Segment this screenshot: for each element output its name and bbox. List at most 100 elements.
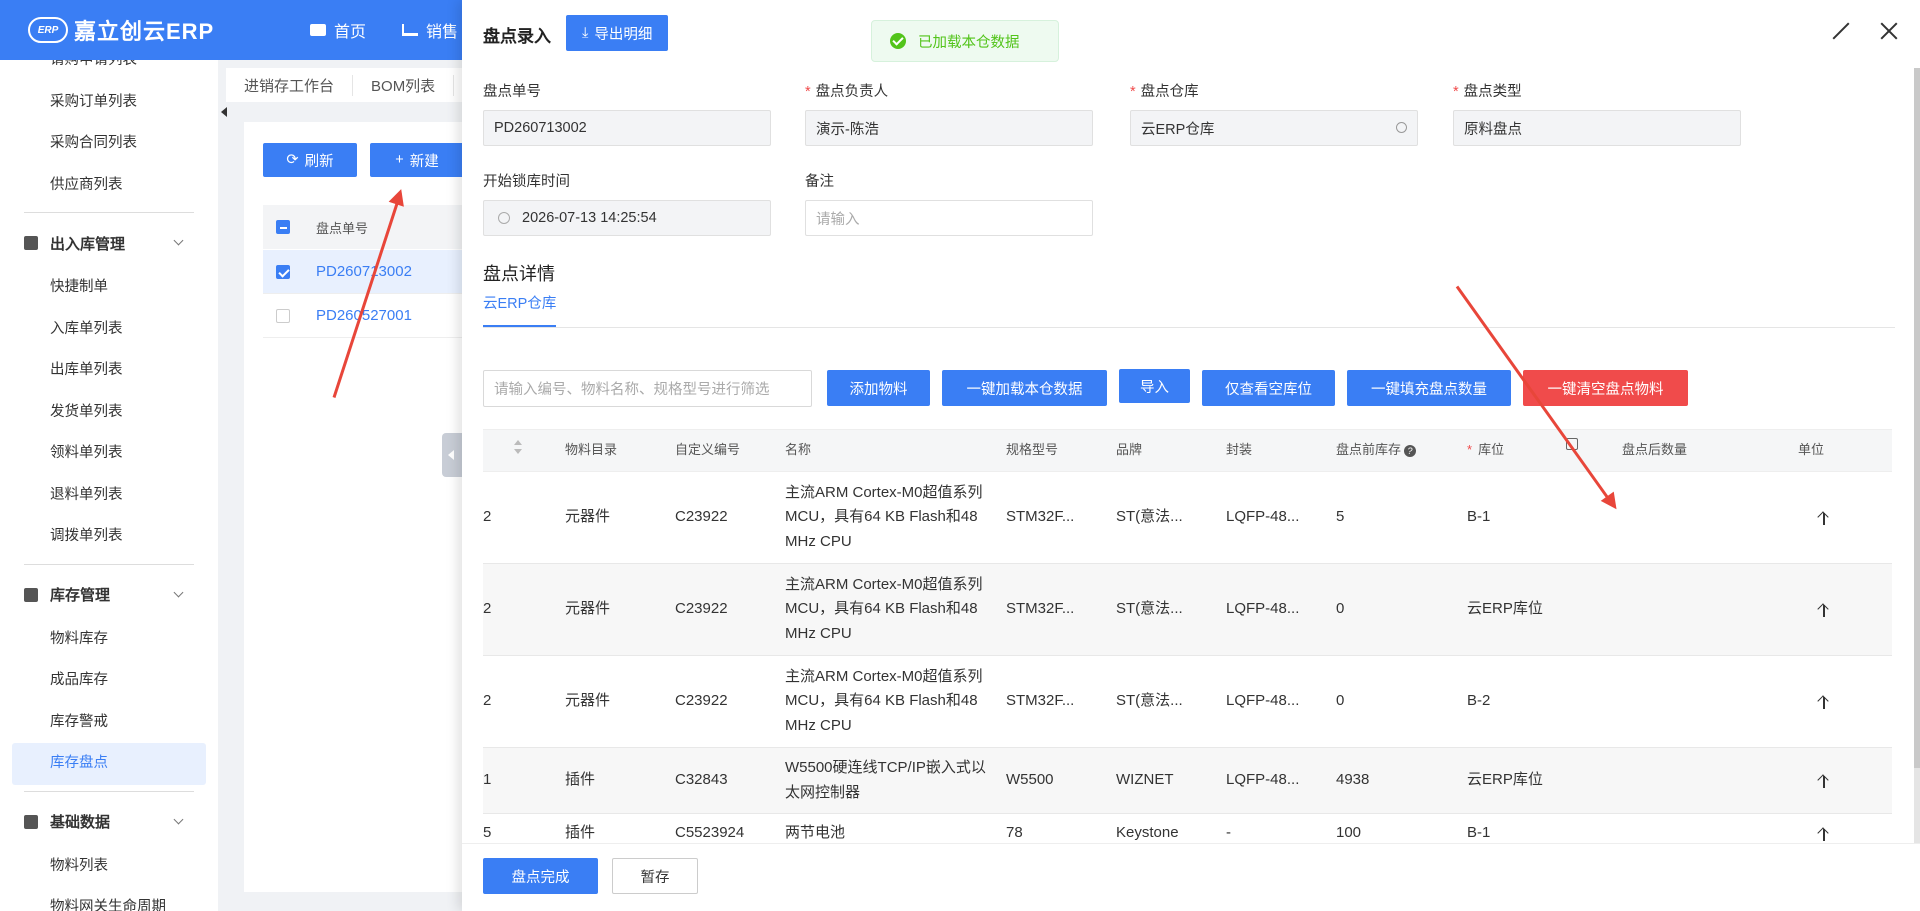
cell-unit (1784, 511, 1894, 525)
help-icon[interactable]: ? (1404, 445, 1417, 458)
stocktake-type-field[interactable]: 原料盘点 (1453, 110, 1741, 146)
table-row[interactable]: 2 元器件 C23922 主流ARM Cortex-M0超值系列MCU，具有64 KB… (483, 472, 1892, 564)
row-link[interactable]: PD260713002 (316, 263, 412, 280)
close-icon[interactable] (1880, 22, 1898, 40)
sidebar-item-quick-order[interactable]: 快捷制单 (0, 267, 218, 309)
empty-locations-button[interactable]: 仅查看空库位 (1202, 370, 1335, 406)
drawer-title: 盘点录入 (483, 27, 551, 46)
export-detail-button[interactable]: ⤓ 导出明细 (566, 15, 669, 51)
list-table-header: 盘点单号 (263, 205, 484, 249)
cell-custom-code: C23922 (675, 600, 728, 618)
sidebar-item-purchase-contracts[interactable]: 采购合同列表 (0, 123, 218, 165)
list-toolbar: ⟳ 刷新 + 新建 (263, 143, 464, 177)
lock-time-value: 2026-07-13 14:25:54 (522, 210, 657, 226)
sidebar-item-shipping[interactable]: 发货单列表 (0, 392, 218, 434)
column-name: 名称 (785, 442, 812, 458)
chevron-down-icon (173, 814, 184, 824)
download-icon: ⤓ (582, 25, 589, 41)
table-row[interactable]: 2 元器件 C23922 主流ARM Cortex-M0超值系列MCU，具有64 KB… (483, 656, 1892, 748)
tab-workbench[interactable]: 进销存工作台 (226, 74, 354, 96)
label-text: 开始锁库时间 (483, 174, 570, 190)
cell-location: B-2 (1467, 692, 1491, 710)
sort-icon[interactable] (513, 440, 523, 455)
cell-location: 云ERP库位 (1467, 771, 1543, 789)
import-button[interactable]: 导入 (1119, 369, 1190, 403)
cell-custom-code: C23922 (675, 508, 728, 526)
field-label-owner: * 盘点负责人 (805, 80, 888, 101)
drawer-controls (1832, 22, 1898, 40)
table-body: 2 元器件 C23922 主流ARM Cortex-M0超值系列MCU，具有64 KB… (483, 472, 1892, 854)
tab-divider (483, 327, 1895, 328)
logo[interactable]: ERP 嘉立创云ERP (28, 14, 214, 46)
nav-sales[interactable]: 销售 (402, 18, 458, 42)
owner-field[interactable]: 演示-陈浩 (805, 110, 1093, 146)
top-nav: 首页 销售 (310, 18, 458, 42)
column-brand: 品牌 (1116, 442, 1143, 458)
fill-count-button[interactable]: 一键填充盘点数量 (1347, 370, 1511, 406)
cloud-logo-icon: ERP (28, 17, 68, 43)
clear-materials-button[interactable]: 一键清空盘点物料 (1523, 370, 1688, 406)
sidebar-item-inbound[interactable]: 入库单列表 (0, 309, 218, 351)
warehouse-field[interactable]: 云ERP仓库 (1130, 110, 1418, 146)
sidebar-item-purchase-orders[interactable]: 采购订单列表 (0, 82, 218, 124)
nav-home[interactable]: 首页 (310, 18, 366, 42)
sidebar-group-inout[interactable]: 出入库管理 (0, 219, 218, 267)
sidebar-item-purchase-request[interactable]: 请购申请列表 (0, 60, 218, 82)
remark-input[interactable]: 请输入 (805, 200, 1093, 236)
column-package: 封装 (1226, 442, 1253, 458)
table-row[interactable]: PD260527001 (263, 294, 484, 338)
column-after-qty: 盘点后数量 (1622, 442, 1688, 458)
sidebar-item-picking[interactable]: 领料单列表 (0, 433, 218, 475)
lock-time-field[interactable]: 2026-07-13 14:25:54 (483, 200, 771, 236)
material-filter-input[interactable]: 请输入编号、物料名称、规格型号进行筛选 (483, 370, 812, 407)
expand-icon[interactable] (1832, 22, 1850, 40)
sidebar-item-outbound[interactable]: 出库单列表 (0, 350, 218, 392)
sidebar-item-material-lifecycle[interactable]: 物料网关生命周期 (0, 887, 218, 911)
sidebar-item-stock-alert[interactable]: 库存警戒 (0, 702, 218, 744)
cell-name: 主流ARM Cortex-M0超值系列MCU，具有64 KB Flash和48 … (785, 575, 983, 642)
sidebar-item-suppliers[interactable]: 供应商列表 (0, 165, 218, 207)
sidebar-item-product-stock[interactable]: 成品库存 (0, 660, 218, 702)
sidebar-item-return[interactable]: 退料单列表 (0, 475, 218, 517)
sidebar-divider (24, 563, 194, 565)
complete-stocktake-button[interactable]: 盘点完成 (483, 858, 598, 894)
sort-column[interactable] (483, 438, 551, 463)
cell-package: LQFP-48... (1226, 771, 1300, 789)
tab-warehouse[interactable]: 云ERP仓库 (483, 292, 557, 327)
chevron-down-icon (173, 587, 184, 597)
sidebar-item-transfer[interactable]: 调拨单列表 (0, 516, 218, 558)
load-warehouse-data-button[interactable]: 一键加载本仓数据 (942, 370, 1107, 406)
cell-spec: W5500 (1006, 771, 1054, 789)
chevron-down-icon (173, 235, 184, 246)
new-button[interactable]: + 新建 (370, 143, 464, 177)
add-material-button[interactable]: 添加物料 (827, 370, 930, 406)
scrollbar-thumb[interactable] (1914, 68, 1920, 768)
sidebar-item-material-stock[interactable]: 物料库存 (0, 619, 218, 661)
drawer-collapse-handle[interactable] (442, 433, 462, 477)
row-checkbox[interactable] (276, 264, 290, 279)
column-unit: 单位 (1798, 442, 1825, 458)
table-row[interactable]: 2 元器件 C23922 主流ARM Cortex-M0超值系列MCU，具有64 KB… (483, 564, 1892, 656)
cell-spec: STM32F... (1006, 692, 1075, 710)
select-all-checkbox[interactable] (276, 220, 290, 234)
warehouse-value: 云ERP仓库 (1141, 121, 1215, 138)
row-checkbox[interactable] (276, 308, 290, 323)
unit-glyph-icon (1818, 695, 1830, 709)
search-icon[interactable] (1396, 122, 1407, 133)
sidebar-item-stocktake[interactable]: 库存盘点 (12, 743, 206, 785)
table-row[interactable]: 1 插件 C32843 W5500硬连线TCP/IP嵌入式以太网控制器 W5500 WIZ… (483, 748, 1892, 814)
sidebar-group-basic-data[interactable]: 基础数据 (0, 798, 218, 846)
refresh-button[interactable]: ⟳ 刷新 (263, 143, 357, 177)
sidebar-group-inventory[interactable]: 库存管理 (0, 571, 218, 619)
detail-section-title: 盘点详情 (483, 264, 555, 284)
tab-bom-list[interactable]: BOM列表 (353, 74, 455, 96)
cell-unit (1784, 603, 1894, 617)
cell-unit (1784, 827, 1894, 841)
cell-brand: ST(意法... (1116, 508, 1183, 526)
sidebar-item-material-list[interactable]: 物料列表 (0, 846, 218, 888)
database-icon (24, 814, 38, 829)
field-label-no: 盘点单号 (483, 80, 541, 101)
sidebar-group-label: 基础数据 (50, 814, 111, 831)
stocktake-no-field[interactable]: PD260713002 (483, 110, 771, 146)
save-draft-button[interactable]: 暂存 (612, 858, 698, 894)
